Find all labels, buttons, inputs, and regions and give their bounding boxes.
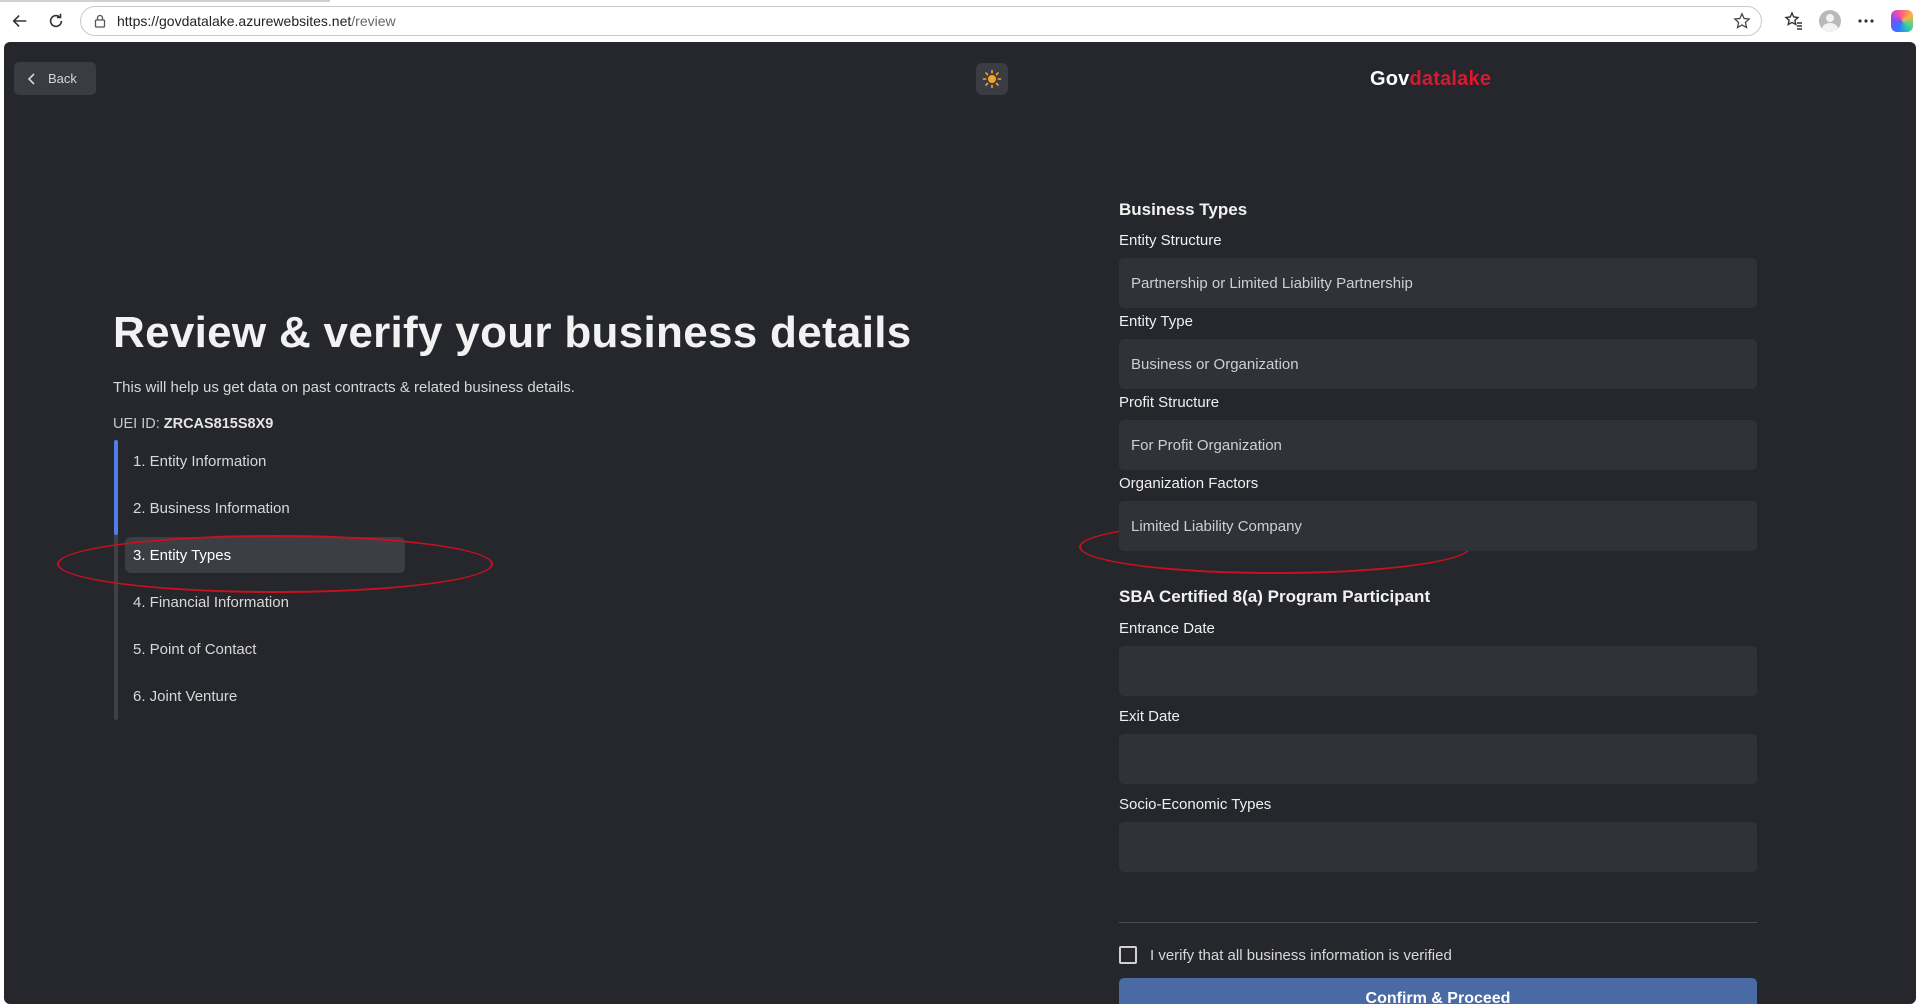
- page-title: Review & verify your business details: [113, 308, 912, 357]
- back-button[interactable]: Back: [14, 62, 96, 95]
- browser-toolbar: https://govdatalake.azurewebsites.net/re…: [0, 0, 1920, 42]
- verify-row: I verify that all business information i…: [1119, 946, 1452, 964]
- uei-value: ZRCAS815S8X9: [163, 416, 274, 432]
- uei-label: UEI ID:: [113, 416, 160, 432]
- entity-structure-field[interactable]: Partnership or Limited Liability Partner…: [1119, 258, 1757, 308]
- chevron-left-icon: [27, 72, 35, 85]
- sba-section-title: SBA Certified 8(a) Program Participant: [1119, 587, 1431, 606]
- steps-progress-bar: [114, 440, 118, 536]
- favorite-star-icon[interactable]: [1733, 12, 1751, 30]
- confirm-proceed-button[interactable]: Confirm & Proceed: [1119, 978, 1757, 1004]
- copilot-icon[interactable]: [1884, 3, 1920, 39]
- tab-strip-indicator: [0, 0, 330, 2]
- entity-type-label: Entity Type: [1119, 313, 1193, 330]
- exit-date-field[interactable]: [1119, 734, 1757, 784]
- address-bar[interactable]: https://govdatalake.azurewebsites.net/re…: [80, 6, 1762, 36]
- form-divider: [1119, 922, 1757, 923]
- brand-gov: Gov: [1370, 68, 1410, 90]
- exit-date-label: Exit Date: [1119, 708, 1180, 725]
- step-joint-venture[interactable]: 6. Joint Venture: [125, 678, 405, 714]
- business-types-title: Business Types: [1119, 200, 1248, 219]
- profile-avatar-icon[interactable]: [1812, 3, 1848, 39]
- theme-toggle-button[interactable]: [976, 63, 1008, 95]
- entity-type-field[interactable]: Business or Organization: [1119, 339, 1757, 389]
- step-business-information[interactable]: 2. Business Information: [125, 490, 405, 526]
- url-path: /review: [351, 13, 396, 29]
- entity-structure-label: Entity Structure: [1119, 232, 1222, 249]
- step-entity-information[interactable]: 1. Entity Information: [125, 443, 405, 479]
- app-container: Back Govdatalake Review & verify your bu…: [4, 42, 1916, 1004]
- lock-icon: [94, 14, 106, 28]
- entrance-date-label: Entrance Date: [1119, 620, 1215, 637]
- profit-structure-field[interactable]: For Profit Organization: [1119, 420, 1757, 470]
- favorites-icon[interactable]: [1776, 3, 1812, 39]
- uei-id: UEI ID: ZRCAS815S8X9: [113, 416, 273, 432]
- brand-datalake: datalake: [1409, 68, 1492, 90]
- highlight-annotation-entity-types: [57, 535, 493, 593]
- brand-logo: Govdatalake: [1370, 68, 1491, 91]
- sun-icon: [982, 69, 1002, 89]
- page-subtitle: This will help us get data on past contr…: [113, 379, 575, 396]
- socio-economic-types-field[interactable]: [1119, 822, 1757, 872]
- verify-checkbox[interactable]: [1119, 946, 1137, 964]
- socio-economic-types-label: Socio-Economic Types: [1119, 796, 1272, 813]
- step-point-of-contact[interactable]: 5. Point of Contact: [125, 631, 405, 667]
- verify-label: I verify that all business information i…: [1150, 946, 1452, 964]
- browser-refresh-icon[interactable]: [38, 3, 74, 39]
- entrance-date-field[interactable]: [1119, 646, 1757, 696]
- more-menu-icon[interactable]: [1848, 3, 1884, 39]
- back-button-label: Back: [48, 71, 77, 86]
- profit-structure-label: Profit Structure: [1119, 394, 1220, 411]
- browser-back-icon[interactable]: [2, 3, 38, 39]
- organization-factors-field[interactable]: Limited Liability Company: [1119, 501, 1757, 551]
- url-host: https://govdatalake.azurewebsites.net: [117, 13, 352, 29]
- organization-factors-label: Organization Factors: [1119, 475, 1259, 492]
